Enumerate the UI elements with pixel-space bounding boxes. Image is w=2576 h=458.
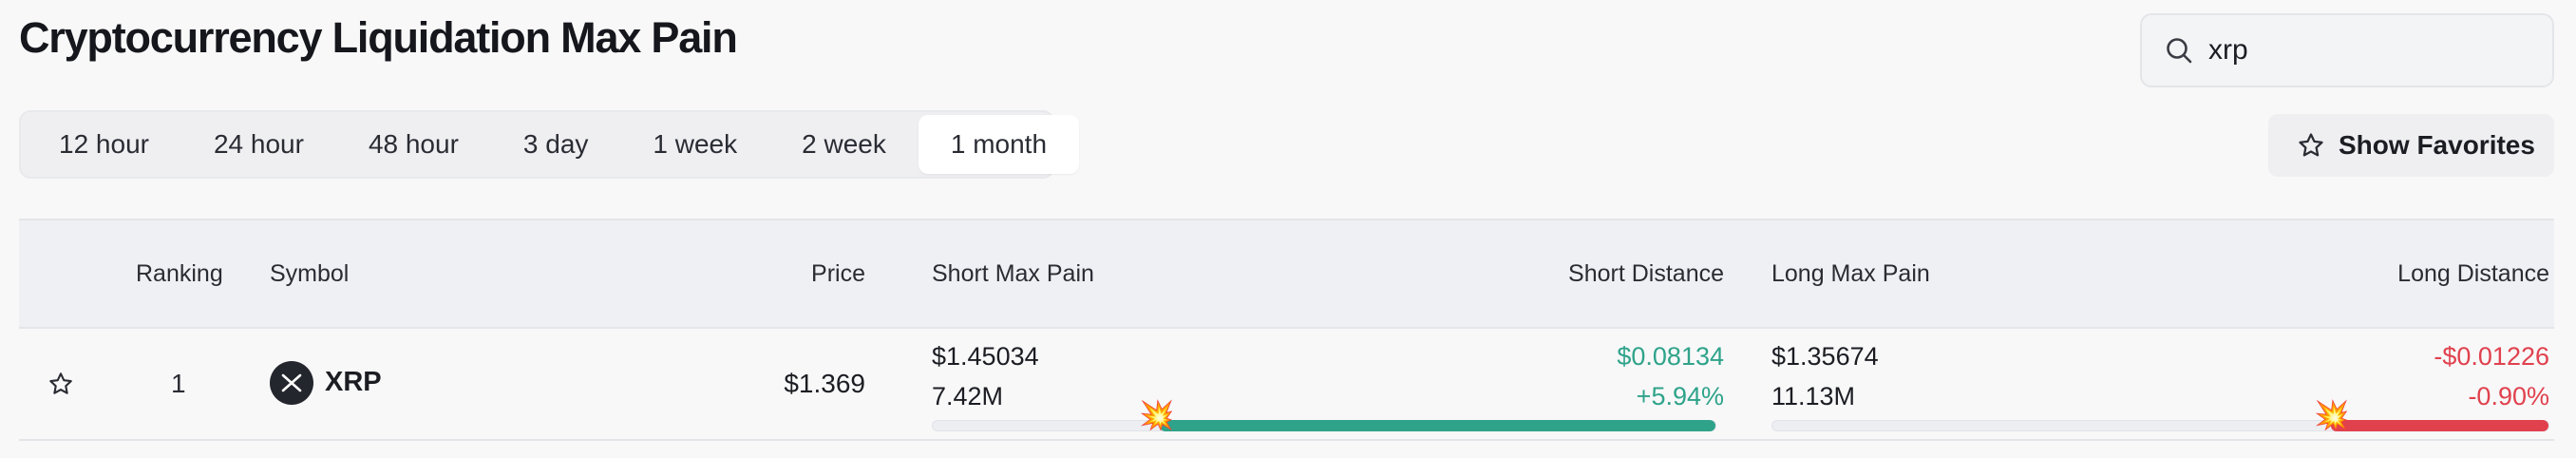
tab-24-hour[interactable]: 24 hour [181,115,336,174]
price-value: $1.369 [784,369,865,398]
long-max-pain-amount: 11.13M [1771,382,1856,410]
search-input[interactable] [2207,33,2552,67]
column-header-short-distance[interactable]: Short Distance [1568,220,1724,327]
page-title: Cryptocurrency Liquidation Max Pain [19,13,738,62]
short-max-pain-price: $1.45034 [932,342,1039,371]
column-header-short-max-pain[interactable]: Short Max Pain [932,220,1094,327]
timeframe-tabs: 12 hour 24 hour 48 hour 3 day 1 week 2 w… [19,110,1080,179]
tab-12-hour[interactable]: 12 hour [27,115,181,174]
short-distance-bar-fill [1160,420,1715,431]
long-distance-percent: -0.90% [2468,382,2549,410]
search-box[interactable] [2140,13,2554,87]
short-distance-value: $0.08134 [1617,342,1724,371]
column-header-ranking[interactable]: Ranking [136,220,223,327]
column-header-long-max-pain[interactable]: Long Max Pain [1771,220,1930,327]
search-icon [2165,36,2193,65]
short-distance-percent: +5.94% [1636,382,1724,410]
tab-1-month[interactable]: 1 month [918,115,1080,174]
tab-2-week[interactable]: 2 week [769,115,919,174]
column-header-symbol[interactable]: Symbol [270,220,349,327]
tab-3-day[interactable]: 3 day [491,115,621,174]
liquidation-burst-icon: 💥 [1139,400,1175,431]
short-distance-bar: 💥 [932,402,1716,431]
coin-symbol[interactable]: XRP [325,367,382,398]
table-row[interactable]: 1 XRP $1.369 $1.45034 7.42M $0.08134 +5.… [19,329,2554,441]
long-distance-bar-fill [2331,420,2548,431]
long-distance-value: -$0.01226 [2434,342,2549,371]
star-icon [2297,131,2339,160]
show-favorites-label: Show Favorites [2339,130,2535,160]
long-distance-bar: 💥 [1771,402,2549,431]
tab-1-week[interactable]: 1 week [620,115,769,174]
column-header-long-distance[interactable]: Long Distance [2397,220,2549,327]
long-max-pain-price: $1.35674 [1771,342,1879,371]
table-header: Ranking Symbol Price Short Max Pain Shor… [19,219,2554,329]
favorite-star-icon[interactable] [47,371,74,402]
rank-value: 1 [171,369,186,398]
column-header-price[interactable]: Price [811,220,865,327]
show-favorites-button[interactable]: Show Favorites [2268,114,2554,177]
tab-48-hour[interactable]: 48 hour [336,115,491,174]
short-max-pain-amount: 7.42M [932,382,1004,410]
liquidation-burst-icon: 💥 [2314,400,2350,431]
xrp-logo-icon [270,361,313,405]
